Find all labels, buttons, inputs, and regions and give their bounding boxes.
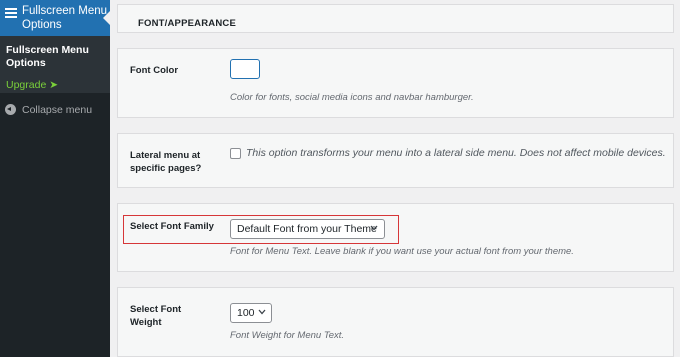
font-family-description: Font for Menu Text. Leave blank if you w…	[230, 246, 574, 257]
menu-icon	[5, 8, 17, 18]
lateral-menu-checkbox[interactable]	[230, 148, 241, 159]
chevron-down-icon	[370, 225, 378, 231]
lateral-menu-row: Lateral menu at specific pages? This opt…	[117, 133, 674, 188]
collapse-menu-label: Collapse menu	[22, 104, 93, 116]
lateral-menu-checkbox-label: This option transforms your menu into a …	[246, 147, 666, 159]
font-weight-label: Select Font Weight	[130, 304, 182, 328]
font-family-select-value: Default Font from your Theme	[237, 223, 377, 235]
lateral-menu-label: Lateral menu at specific pages?	[130, 150, 202, 174]
font-weight-description: Font Weight for Menu Text.	[230, 330, 345, 341]
font-color-row: Font Color Color for fonts, social media…	[117, 48, 674, 118]
font-family-select[interactable]: Default Font from your Theme	[230, 219, 385, 239]
font-family-label: Select Font Family	[130, 221, 214, 232]
sidebar-item-fullscreen-menu[interactable]: Fullscreen Menu Options	[0, 0, 110, 36]
admin-sidebar: Fullscreen Menu Options Fullscreen Menu …	[0, 0, 110, 357]
current-page-indicator	[103, 11, 110, 25]
font-weight-select[interactable]: 100	[230, 303, 272, 323]
submenu-item-upgrade[interactable]: Upgrade ➤	[6, 79, 58, 92]
font-family-row: Select Font Family Default Font from you…	[117, 203, 674, 272]
chevron-down-icon	[258, 309, 266, 315]
font-color-picker[interactable]	[230, 59, 260, 79]
font-weight-row: Select Font Weight 100 Font Weight for M…	[117, 287, 674, 357]
collapse-arrow-icon	[5, 104, 16, 115]
sidebar-item-label: Fullscreen Menu Options	[22, 5, 108, 31]
font-color-description: Color for fonts, social media icons and …	[230, 92, 474, 103]
section-title: FONT/APPEARANCE	[138, 18, 237, 29]
section-header: FONT/APPEARANCE	[117, 4, 674, 33]
font-weight-select-value: 100	[237, 307, 255, 319]
sidebar-submenu: Fullscreen Menu Options Upgrade ➤	[0, 36, 110, 93]
font-color-label: Font Color	[130, 65, 179, 76]
submenu-item-options[interactable]: Fullscreen Menu Options	[6, 44, 106, 70]
